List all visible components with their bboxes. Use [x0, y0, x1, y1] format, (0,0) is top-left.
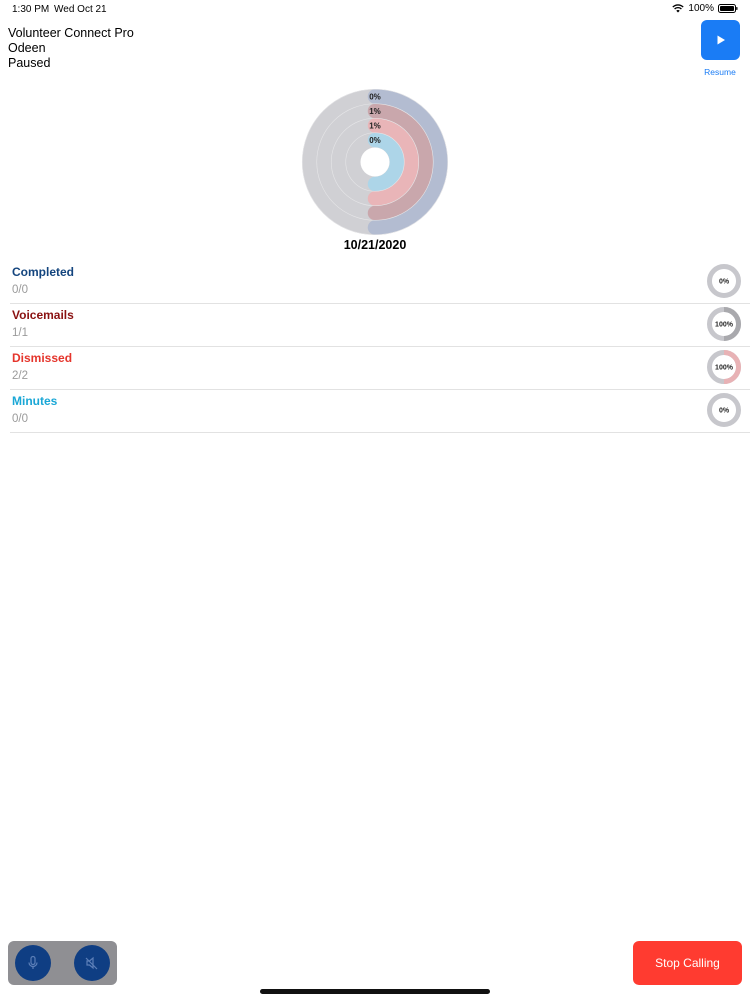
- speaker-button[interactable]: [74, 945, 110, 981]
- ring-label-2: 1%: [369, 122, 381, 131]
- mini-progress-ring: 0%: [707, 393, 741, 427]
- microphone-button[interactable]: [15, 945, 51, 981]
- resume-button[interactable]: [701, 20, 740, 60]
- session-info: Volunteer Connect Pro Odeen Paused: [8, 26, 134, 71]
- wifi-icon: [672, 4, 685, 13]
- ring-label-1: 1%: [369, 107, 381, 116]
- session-state: Paused: [8, 56, 51, 70]
- stop-calling-button[interactable]: Stop Calling: [633, 941, 742, 985]
- stat-value: 1/1: [12, 327, 28, 339]
- stat-title: Completed: [12, 265, 75, 279]
- chart-date: 10/21/2020: [343, 238, 407, 252]
- stat-value: 0/0: [12, 413, 28, 425]
- chart-center: [360, 147, 390, 177]
- mini-ring-label: 0%: [719, 408, 730, 415]
- mini-progress-ring: 100%: [707, 307, 741, 341]
- app-name: Volunteer Connect Pro: [8, 26, 134, 40]
- stat-title: Dismissed: [12, 351, 73, 365]
- stat-title: Voicemails: [12, 308, 74, 322]
- resume-label[interactable]: Resume: [690, 67, 750, 77]
- stats-list: Completed 0/0 0% Voicemails 1/1 100% Dis…: [0, 261, 750, 433]
- microphone-icon: [28, 955, 38, 969]
- radial-progress-chart: 0% 1% 1% 0%: [301, 88, 449, 236]
- speaker-muted-icon: [85, 956, 98, 970]
- stat-title: Minutes: [12, 394, 58, 408]
- play-icon: [717, 35, 725, 45]
- mini-ring-label: 100%: [715, 322, 734, 329]
- status-indicators: 100%: [672, 3, 738, 14]
- ring-label-0: 0%: [369, 93, 381, 102]
- stat-row-completed[interactable]: Completed 0/0 0%: [10, 261, 750, 304]
- home-indicator: [260, 989, 490, 994]
- mini-ring-label: 0%: [719, 279, 730, 286]
- stat-row-voicemails[interactable]: Voicemails 1/1 100%: [10, 304, 750, 347]
- battery-icon: [718, 4, 738, 13]
- status-date: Wed Oct 21: [54, 4, 107, 15]
- status-time: 1:30 PM: [12, 4, 50, 15]
- mini-ring-label: 100%: [715, 365, 734, 372]
- audio-controls: [8, 941, 117, 985]
- user-name: Odeen: [8, 41, 46, 55]
- stat-row-minutes[interactable]: Minutes 0/0 0%: [10, 390, 750, 433]
- status-bar: 1:30 PM Wed Oct 21 100%: [0, 0, 750, 18]
- ring-label-3: 0%: [369, 136, 381, 145]
- mini-progress-ring: 0%: [707, 264, 741, 298]
- stat-value: 0/0: [12, 284, 28, 296]
- mini-progress-ring: 100%: [707, 350, 741, 384]
- stat-row-dismissed[interactable]: Dismissed 2/2 100%: [10, 347, 750, 390]
- battery-percent: 100%: [688, 3, 714, 14]
- stat-value: 2/2: [12, 370, 28, 382]
